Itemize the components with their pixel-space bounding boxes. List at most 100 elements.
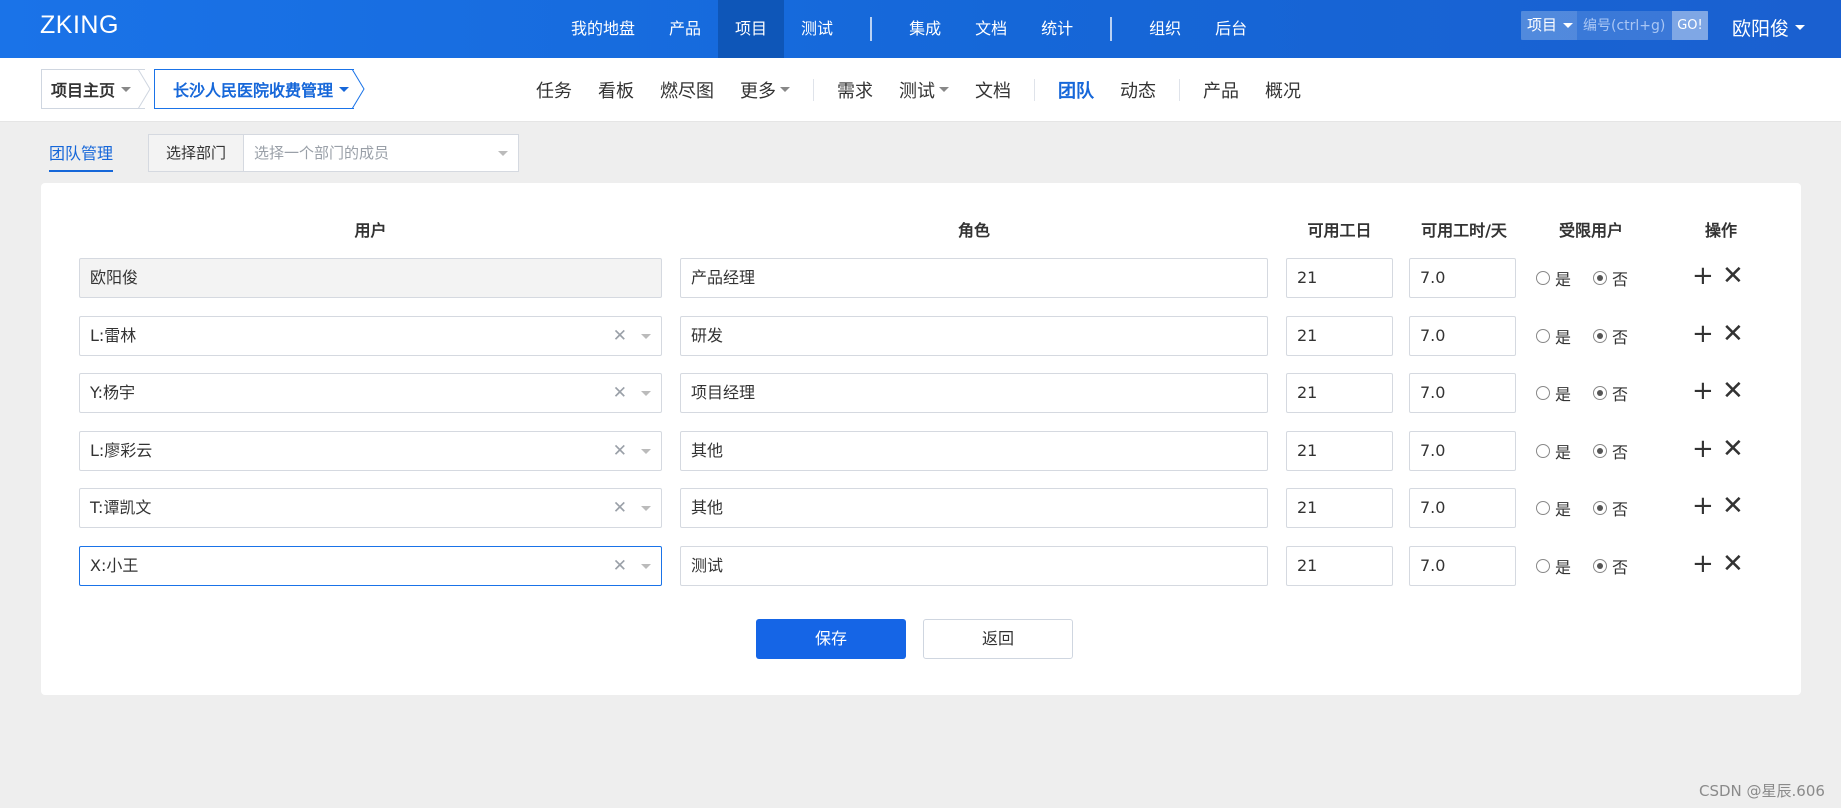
role-input[interactable]: 其他 <box>680 430 1268 471</box>
search-type-label: 项目 <box>1527 16 1558 34</box>
user-menu[interactable]: 欧阳俊 <box>1732 14 1806 41</box>
add-row-icon[interactable]: + <box>1692 314 1714 354</box>
tab-team[interactable]: 团队 <box>1045 77 1107 103</box>
hours-per-day-input[interactable]: 7.0 <box>1409 258 1516 298</box>
tab-tasks[interactable]: 任务 <box>523 77 585 103</box>
tab-divider <box>1034 78 1035 101</box>
nav-divider <box>1110 17 1113 41</box>
nav-item-my-dashboard[interactable]: 我的地盘 <box>554 0 652 58</box>
delete-row-icon[interactable]: ✕ <box>1722 314 1744 354</box>
delete-row-icon[interactable]: ✕ <box>1722 429 1744 469</box>
tab-more[interactable]: 更多 <box>727 77 803 103</box>
chevron-down-icon <box>641 448 651 454</box>
tab-requirements[interactable]: 需求 <box>824 77 886 103</box>
clear-icon[interactable]: ✕ <box>613 432 627 470</box>
role-input[interactable]: 项目经理 <box>680 373 1268 413</box>
available-days-input[interactable]: 21 <box>1286 545 1393 586</box>
back-button[interactable]: 返回 <box>923 619 1073 659</box>
user-select[interactable]: L:雷林 ✕ <box>79 315 662 356</box>
user-value: L:雷林 <box>90 325 137 345</box>
radio-no[interactable] <box>1593 271 1608 285</box>
add-row-icon[interactable]: + <box>1692 256 1714 296</box>
delete-row-icon[interactable]: ✕ <box>1722 256 1744 296</box>
hours-per-day-input[interactable]: 7.0 <box>1409 373 1516 413</box>
breadcrumb-home-label: 项目主页 <box>51 81 116 100</box>
hours-per-day-input[interactable]: 7.0 <box>1409 488 1516 528</box>
search-go-button[interactable]: GO! <box>1672 11 1708 40</box>
clear-icon[interactable]: ✕ <box>613 547 627 585</box>
chevron-down-icon <box>641 506 651 511</box>
clear-icon[interactable]: ✕ <box>613 489 627 527</box>
days-value: 21 <box>1297 268 1318 287</box>
available-days-input[interactable]: 21 <box>1286 430 1393 471</box>
clear-icon[interactable]: ✕ <box>613 317 627 355</box>
radio-yes[interactable] <box>1536 558 1550 573</box>
add-row-icon[interactable]: + <box>1692 429 1714 469</box>
days-value: 21 <box>1297 498 1318 517</box>
radio-yes[interactable] <box>1536 328 1550 343</box>
role-value: 项目经理 <box>691 383 756 402</box>
delete-row-icon[interactable]: ✕ <box>1722 544 1744 584</box>
nav-item-admin[interactable]: 后台 <box>1198 0 1264 58</box>
chevron-down-icon <box>1795 25 1806 30</box>
delete-row-icon[interactable]: ✕ <box>1722 371 1744 411</box>
hours-per-day-input[interactable]: 7.0 <box>1409 545 1516 586</box>
radio-yes[interactable] <box>1536 501 1550 515</box>
nav-item-stats[interactable]: 统计 <box>1024 0 1090 58</box>
save-button[interactable]: 保存 <box>756 619 906 659</box>
hours-per-day-input[interactable]: 7.0 <box>1409 315 1516 356</box>
user-select[interactable]: X:小王 ✕ <box>79 545 662 586</box>
breadcrumb-home[interactable]: 项目主页 <box>41 69 145 109</box>
app-logo[interactable]: ZKING <box>40 11 119 40</box>
radio-no[interactable] <box>1593 501 1608 515</box>
role-input[interactable]: 其他 <box>680 488 1268 528</box>
tab-docs[interactable]: 文档 <box>962 77 1024 103</box>
radio-yes[interactable] <box>1536 386 1550 400</box>
radio-no[interactable] <box>1593 328 1608 343</box>
nav-item-product[interactable]: 产品 <box>652 0 718 58</box>
nav-item-doc[interactable]: 文档 <box>958 0 1024 58</box>
days-value: 21 <box>1297 555 1318 575</box>
search-input[interactable] <box>1577 11 1672 40</box>
user-select[interactable]: T:谭凯文 ✕ <box>79 488 662 528</box>
radio-no-label: 否 <box>1612 500 1629 519</box>
delete-row-icon[interactable]: ✕ <box>1722 486 1744 526</box>
user-field[interactable]: 欧阳俊 <box>79 258 662 298</box>
tab-test[interactable]: 测试 <box>886 77 962 103</box>
tab-product[interactable]: 产品 <box>1190 77 1252 103</box>
clear-icon[interactable]: ✕ <box>613 374 627 412</box>
user-select[interactable]: Y:杨宇 ✕ <box>79 373 662 413</box>
tab-more-label: 更多 <box>740 80 776 102</box>
add-row-icon[interactable]: + <box>1692 371 1714 411</box>
limited-user-radios: 是 否 <box>1536 316 1650 356</box>
breadcrumb-project[interactable]: 长沙人民医院收费管理 <box>154 69 354 109</box>
tab-kanban[interactable]: 看板 <box>585 77 647 103</box>
role-input[interactable]: 产品经理 <box>680 258 1268 298</box>
radio-no[interactable] <box>1593 386 1608 400</box>
nav-item-project[interactable]: 项目 <box>718 0 785 58</box>
nav-item-integration[interactable]: 集成 <box>892 0 958 58</box>
nav-item-test[interactable]: 测试 <box>784 0 850 58</box>
available-days-input[interactable]: 21 <box>1286 488 1393 528</box>
radio-yes[interactable] <box>1536 443 1550 458</box>
hours-per-day-input[interactable]: 7.0 <box>1409 430 1516 471</box>
radio-no[interactable] <box>1593 443 1608 458</box>
header-role: 角色 <box>957 221 990 240</box>
available-days-input[interactable]: 21 <box>1286 258 1393 298</box>
nav-item-org[interactable]: 组织 <box>1132 0 1198 58</box>
user-select[interactable]: L:廖彩云 ✕ <box>79 430 662 471</box>
tab-overview[interactable]: 概况 <box>1252 77 1314 103</box>
search-type-select[interactable]: 项目 <box>1521 11 1577 40</box>
role-input[interactable]: 研发 <box>680 315 1268 356</box>
radio-no[interactable] <box>1593 558 1608 573</box>
add-row-icon[interactable]: + <box>1692 544 1714 584</box>
radio-yes[interactable] <box>1536 271 1550 285</box>
tab-burndown[interactable]: 燃尽图 <box>647 77 727 103</box>
department-select[interactable]: 选择一个部门的成员 <box>243 134 519 172</box>
team-management-tab[interactable]: 团队管理 <box>49 140 114 172</box>
tab-activity[interactable]: 动态 <box>1107 77 1169 103</box>
available-days-input[interactable]: 21 <box>1286 315 1393 356</box>
available-days-input[interactable]: 21 <box>1286 373 1393 413</box>
add-row-icon[interactable]: + <box>1692 486 1714 526</box>
role-input[interactable]: 测试 <box>680 545 1268 586</box>
